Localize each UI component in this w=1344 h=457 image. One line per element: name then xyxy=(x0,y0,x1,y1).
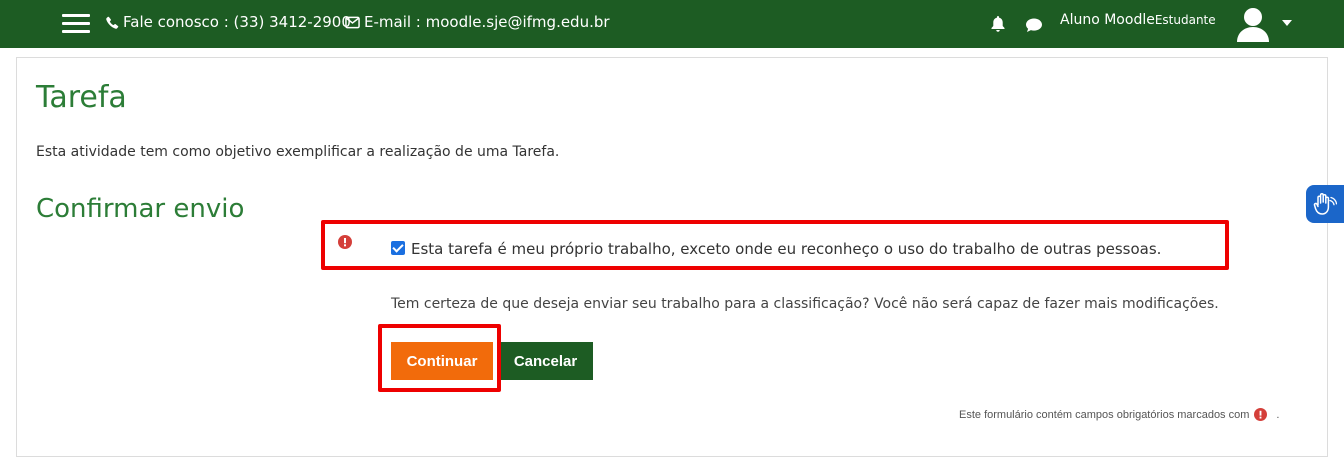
continue-button[interactable]: Continuar xyxy=(391,342,493,380)
section-title: Confirmar envio xyxy=(36,194,245,224)
required-fields-note: Este formulário contém campos obrigatóri… xyxy=(959,408,1279,421)
required-note-text: Este formulário contém campos obrigatóri… xyxy=(959,408,1250,421)
user-avatar-icon[interactable] xyxy=(1236,6,1270,42)
caret-down-icon[interactable] xyxy=(1282,20,1292,26)
contact-email[interactable]: E-mail : moodle.sje@ifmg.edu.br xyxy=(345,13,610,31)
phone-text: Fale conosco : (33) 3412-2900 xyxy=(123,13,351,31)
cancel-button[interactable]: Cancelar xyxy=(498,342,593,380)
confirm-submission-text: Tem certeza de que deseja enviar seu tra… xyxy=(391,296,1219,312)
page-title: Tarefa xyxy=(36,80,127,115)
accessibility-widget[interactable] xyxy=(1306,185,1344,223)
user-role: Estudante xyxy=(1154,13,1216,27)
top-navbar: Fale conosco : (33) 3412-2900 E-mail : m… xyxy=(0,0,1344,48)
user-name: Aluno Moodle xyxy=(1060,12,1155,28)
chat-icon[interactable] xyxy=(1025,17,1043,33)
user-menu-name[interactable]: Aluno MoodleEstudante xyxy=(1060,12,1216,28)
envelope-icon xyxy=(345,16,360,28)
required-exclamation-icon xyxy=(1254,408,1268,421)
required-exclamation-icon xyxy=(338,235,352,249)
activity-description: Esta atividade tem como objetivo exempli… xyxy=(36,144,560,160)
menu-icon[interactable] xyxy=(62,14,90,34)
agreement-label[interactable]: Esta tarefa é meu próprio trabalho, exce… xyxy=(411,240,1161,258)
bell-icon[interactable] xyxy=(990,15,1006,32)
contact-phone: Fale conosco : (33) 3412-2900 xyxy=(106,13,351,31)
required-note-end: . xyxy=(1276,408,1280,421)
agreement-checkbox[interactable] xyxy=(391,241,405,255)
email-text: E-mail : moodle.sje@ifmg.edu.br xyxy=(364,13,610,31)
sign-language-hands-icon xyxy=(1313,193,1337,215)
phone-icon xyxy=(106,16,119,29)
